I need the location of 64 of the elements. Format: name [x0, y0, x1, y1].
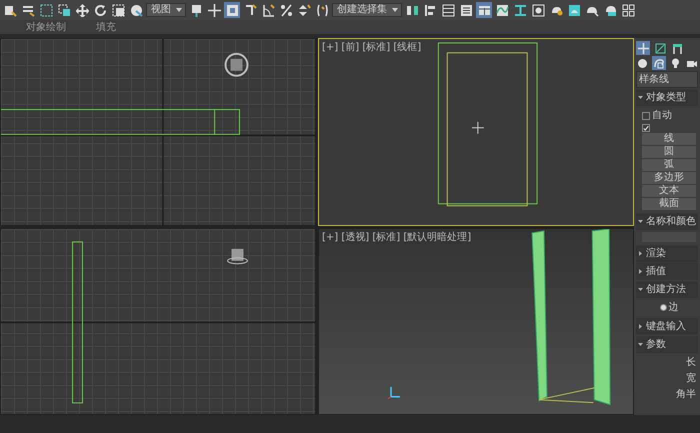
shape-type-button[interactable]: 截面 — [642, 198, 696, 210]
rollout-header[interactable]: 参数 — [636, 336, 698, 353]
layer-explorer-button[interactable] — [458, 2, 474, 18]
curve-editor-button[interactable] — [494, 2, 510, 18]
radio-button[interactable] — [660, 304, 666, 311]
radio-label: 边 — [668, 300, 678, 315]
grid-panel-button[interactable] — [620, 2, 636, 18]
checkbox-label: 自动 — [652, 109, 672, 123]
rollout-header[interactable]: 名称和颜色 — [636, 213, 698, 230]
hierarchy-tab[interactable] — [670, 41, 684, 55]
rollout-header[interactable]: 创建方法 — [636, 281, 698, 298]
percent-snap-button[interactable] — [278, 2, 294, 18]
align-button[interactable] — [422, 2, 438, 18]
axis-gizmo-icon — [388, 386, 400, 399]
expand-triangle-icon — [638, 287, 643, 292]
ribbon-tab[interactable]: 填充 — [96, 20, 116, 34]
layers-button[interactable] — [440, 2, 456, 18]
modify-tab[interactable] — [653, 41, 667, 55]
expand-triangle-icon — [638, 269, 643, 274]
checkbox[interactable] — [642, 124, 650, 132]
material-editor-button[interactable] — [530, 2, 546, 18]
shape-type-button[interactable]: 圆 — [642, 146, 696, 158]
manipulate-button[interactable] — [224, 2, 240, 18]
parameter-label: 长 — [686, 356, 696, 370]
rotate-button[interactable] — [92, 2, 108, 18]
expand-triangle-icon — [638, 324, 643, 329]
rollout-header[interactable]: 键盘输入 — [636, 318, 698, 335]
viewport[interactable]: [+] [透视] [标准] [默认明暗处理] — [318, 228, 634, 415]
scale-button[interactable] — [110, 2, 126, 18]
window-crossing-button[interactable] — [56, 2, 72, 18]
expand-triangle-icon — [638, 219, 643, 224]
viewport-label[interactable]: [+] [透视] [标准] [默认明暗处理] — [322, 230, 472, 244]
shape-type-button[interactable]: 弧 — [642, 159, 696, 171]
shape-type-button[interactable]: 文本 — [642, 185, 696, 197]
ribbon-tab[interactable]: 对象绘制 — [26, 20, 66, 34]
checkbox[interactable] — [642, 112, 650, 120]
caret-icon — [176, 8, 182, 12]
edit-named-set-button[interactable] — [314, 2, 330, 18]
viewport-label[interactable]: [+] [前] [标准] [线框] — [322, 40, 422, 55]
selection-region-button[interactable] — [38, 2, 54, 18]
render-frame-button[interactable] — [566, 2, 582, 18]
expand-triangle-icon — [638, 95, 643, 100]
parameter-label: 宽 — [686, 372, 696, 386]
schematic-button[interactable] — [512, 2, 528, 18]
rollout-header[interactable]: 对象类型 — [636, 89, 698, 106]
selection-set-dropdown[interactable]: 创建选择集 — [332, 3, 402, 17]
expand-triangle-icon — [638, 342, 643, 347]
ribbon-button[interactable] — [476, 2, 492, 18]
crosshair-icon — [471, 121, 484, 134]
crosshair-button[interactable] — [206, 2, 222, 18]
viewcube-icon — [227, 248, 248, 264]
shape-type-button[interactable]: 线 — [642, 133, 696, 145]
viewport[interactable]: [+] [前] [标准] [线框] — [318, 38, 634, 226]
sphere-tab[interactable] — [636, 56, 650, 70]
viewcube-icon — [224, 52, 248, 77]
caret-icon — [392, 8, 398, 12]
move-button[interactable] — [74, 2, 90, 18]
rollout-header[interactable]: 渲染 — [636, 245, 698, 262]
expand-triangle-icon — [638, 251, 643, 256]
shape-type-button[interactable]: 多边形 — [642, 172, 696, 184]
parameter-label: 角半 — [676, 388, 696, 402]
view-dropdown[interactable]: 视图 — [146, 3, 186, 17]
rollout-header[interactable]: 插值 — [636, 263, 698, 280]
category-dropdown[interactable]: 样条线 — [636, 71, 698, 88]
